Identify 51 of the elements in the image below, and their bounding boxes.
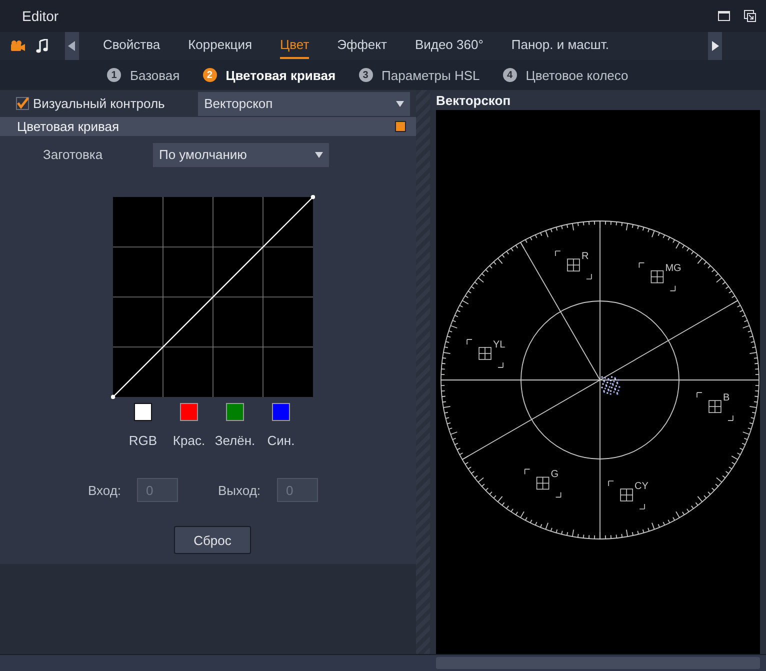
channel-label: RGB [128, 433, 158, 448]
channel-swatch[interactable] [272, 403, 290, 421]
step-tab[interactable]: 4 Цветовое колесо [502, 68, 628, 82]
caret-icon [315, 152, 323, 158]
checkbox[interactable] [16, 97, 29, 110]
music-note-icon[interactable] [36, 39, 48, 53]
target-label: YL [493, 339, 506, 350]
video-camera-icon[interactable] [10, 40, 26, 52]
restore-icon[interactable] [744, 10, 756, 22]
channel-label: Зелён. [214, 433, 256, 448]
reset-button[interactable]: Сброс [174, 526, 251, 554]
tab[interactable]: Панор. и масшт. [511, 33, 609, 59]
section-header: Цветовая кривая [0, 117, 416, 136]
channel-swatch[interactable] [134, 403, 152, 421]
maximize-icon[interactable] [718, 11, 730, 21]
target-marker-icon [466, 339, 504, 368]
channel-swatch[interactable] [180, 403, 198, 421]
scroll-left-button[interactable] [65, 32, 79, 60]
preset-label: Заготовка [43, 147, 104, 162]
signal-trace [601, 376, 620, 395]
target-label: B [722, 392, 730, 404]
target-marker-icon [555, 250, 592, 280]
step-tab[interactable]: 1 Базовая [107, 68, 180, 82]
right-arrow-icon [711, 41, 719, 51]
panel-title: Векторскоп [436, 92, 511, 108]
scroll-right-button[interactable] [708, 32, 722, 60]
target-label: G [550, 469, 559, 480]
splitter-handle[interactable] [416, 90, 430, 654]
tab[interactable]: Видео 360° [414, 33, 484, 59]
target-label: CY [634, 480, 648, 492]
tab[interactable]: Эффект [337, 33, 387, 59]
target-label: R [581, 251, 589, 262]
target-marker-icon [524, 468, 562, 498]
tab[interactable]: Свойства [103, 33, 160, 59]
step-tab[interactable]: 2 Цветовая кривая [202, 68, 336, 82]
scope-dropdown[interactable]: Векторскоп [198, 92, 410, 116]
caret-icon [396, 100, 404, 106]
preset-dropdown[interactable]: По умолчанию [153, 142, 329, 166]
channel-label: Син. [267, 433, 295, 448]
channel-label: Крас. [172, 433, 206, 448]
checkbox-label: Визуальный контроль [33, 96, 165, 111]
left-arrow-icon [68, 41, 76, 51]
input-label: Вход: [88, 482, 122, 498]
tab[interactable]: Коррекция [188, 33, 252, 59]
target-marker-icon [696, 392, 734, 421]
output-label: Выход: [218, 482, 262, 498]
status-square-icon [395, 121, 406, 132]
step-tab[interactable]: 3 Параметры HSL [358, 68, 480, 82]
channel-swatch[interactable] [226, 403, 244, 421]
target-label: MG [665, 262, 682, 274]
window-title: Editor [22, 8, 60, 24]
